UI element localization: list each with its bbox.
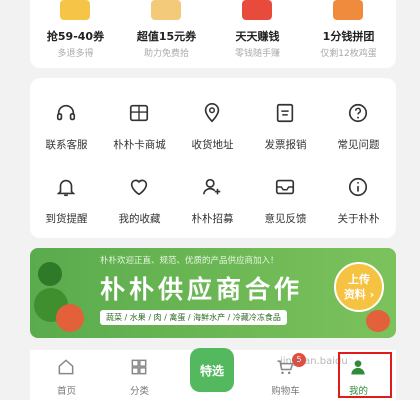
menu-label: 意见反馈 (264, 213, 307, 225)
help-icon (348, 103, 368, 123)
promo-card: 抢59-40券 多退多得 超值15元券 助力免费拾 天天赚钱 零钱随手赚 1分钱… (30, 0, 396, 68)
tab-label: 分类 (129, 386, 149, 397)
tab-category[interactable]: 分类 (103, 350, 176, 400)
tab-label: 首页 (56, 386, 76, 397)
tab-home[interactable]: 首页 (30, 350, 103, 400)
menu-label: 常见问题 (337, 139, 380, 151)
service-menu: 联系客服 朴朴卡商城 收货地址 发票报销 常见问题 到货提醒 我的收藏 朴朴招募… (30, 78, 396, 238)
info-icon (348, 177, 368, 197)
promo-coupon-59-40[interactable]: 抢59-40券 多退多得 (30, 0, 121, 68)
recruit-icon (202, 178, 221, 195)
menu-label: 到货提醒 (45, 213, 88, 225)
promo-subtitle: 仅剩12枚鸡蛋 (320, 49, 377, 59)
coupon-icon (151, 0, 181, 20)
crab-icon (366, 310, 390, 332)
promo-subtitle: 助力免费拾 (143, 49, 189, 59)
promo-title: 抢59-40券 (46, 30, 105, 43)
promo-subtitle: 零钱随手赚 (234, 49, 280, 59)
menu-arrival-reminder[interactable]: 到货提醒 (30, 160, 103, 230)
menu-feedback[interactable]: 意见反馈 (249, 160, 322, 230)
gift-card-icon (129, 104, 149, 122)
headset-icon (56, 104, 76, 121)
heart-icon (130, 179, 148, 196)
tab-label: 购物车 (271, 386, 300, 397)
upload-button[interactable]: 上传 资料 › (334, 262, 384, 312)
promo-subtitle: 多退多得 (57, 49, 94, 59)
home-icon (58, 359, 74, 375)
feedback-icon (275, 179, 295, 195)
menu-recruit[interactable]: 朴朴招募 (176, 160, 249, 230)
red-envelope-icon (242, 0, 272, 20)
highlight-box (338, 352, 392, 398)
menu-faq[interactable]: 常见问题 (322, 86, 395, 156)
menu-customer-service[interactable]: 联系客服 (30, 86, 103, 156)
location-icon (204, 103, 220, 123)
promo-title: 天天赚钱 (235, 30, 280, 43)
banner-title: 朴朴供应商合作 (100, 275, 304, 304)
promo-title: 1分钱拼团 (322, 30, 375, 43)
grid-icon (131, 359, 147, 375)
invoice-icon (276, 103, 294, 123)
promo-earn-money[interactable]: 天天赚钱 零钱随手赚 (212, 0, 303, 68)
menu-label: 收货地址 (191, 139, 234, 151)
banner-subtitle: 朴朴欢迎正直、规范、优质的产品供应商加入！ (100, 256, 279, 266)
supplier-banner[interactable]: 朴朴欢迎正直、规范、优质的产品供应商加入！ 朴朴供应商合作 蔬菜 / 水果 / … (30, 248, 396, 338)
menu-label: 我的收藏 (118, 213, 161, 225)
menu-address[interactable]: 收货地址 (176, 86, 249, 156)
menu-card-store[interactable]: 朴朴卡商城 (103, 86, 176, 156)
menu-label: 关于朴朴 (337, 213, 380, 225)
menu-label: 发票报销 (264, 139, 307, 151)
menu-invoice[interactable]: 发票报销 (249, 86, 322, 156)
menu-favorites[interactable]: 我的收藏 (103, 160, 176, 230)
banner-categories: 蔬菜 / 水果 / 肉 / 禽蛋 / 海鲜水产 / 冷藏冷冻食品 (100, 310, 287, 325)
menu-label: 联系客服 (45, 139, 88, 151)
promo-title: 超值15元券 (136, 30, 197, 43)
tab-featured[interactable]: 特选 (186, 342, 238, 398)
bell-icon (56, 179, 76, 197)
promo-group-buy[interactable]: 1分钱拼团 仅剩12枚鸡蛋 (303, 0, 394, 68)
leaf-icon (38, 262, 62, 286)
menu-label: 朴朴卡商城 (113, 139, 166, 151)
promo-coupon-15[interactable]: 超值15元券 助力免费拾 (121, 0, 212, 68)
menu-label: 朴朴招募 (191, 213, 234, 225)
tab-label: 特选 (199, 364, 224, 378)
coupon-icon (60, 0, 90, 20)
menu-about[interactable]: 关于朴朴 (322, 160, 395, 230)
eggs-icon (333, 0, 363, 20)
tomato-icon (56, 304, 84, 332)
upload-button-label: 上传 资料 › (343, 273, 375, 301)
